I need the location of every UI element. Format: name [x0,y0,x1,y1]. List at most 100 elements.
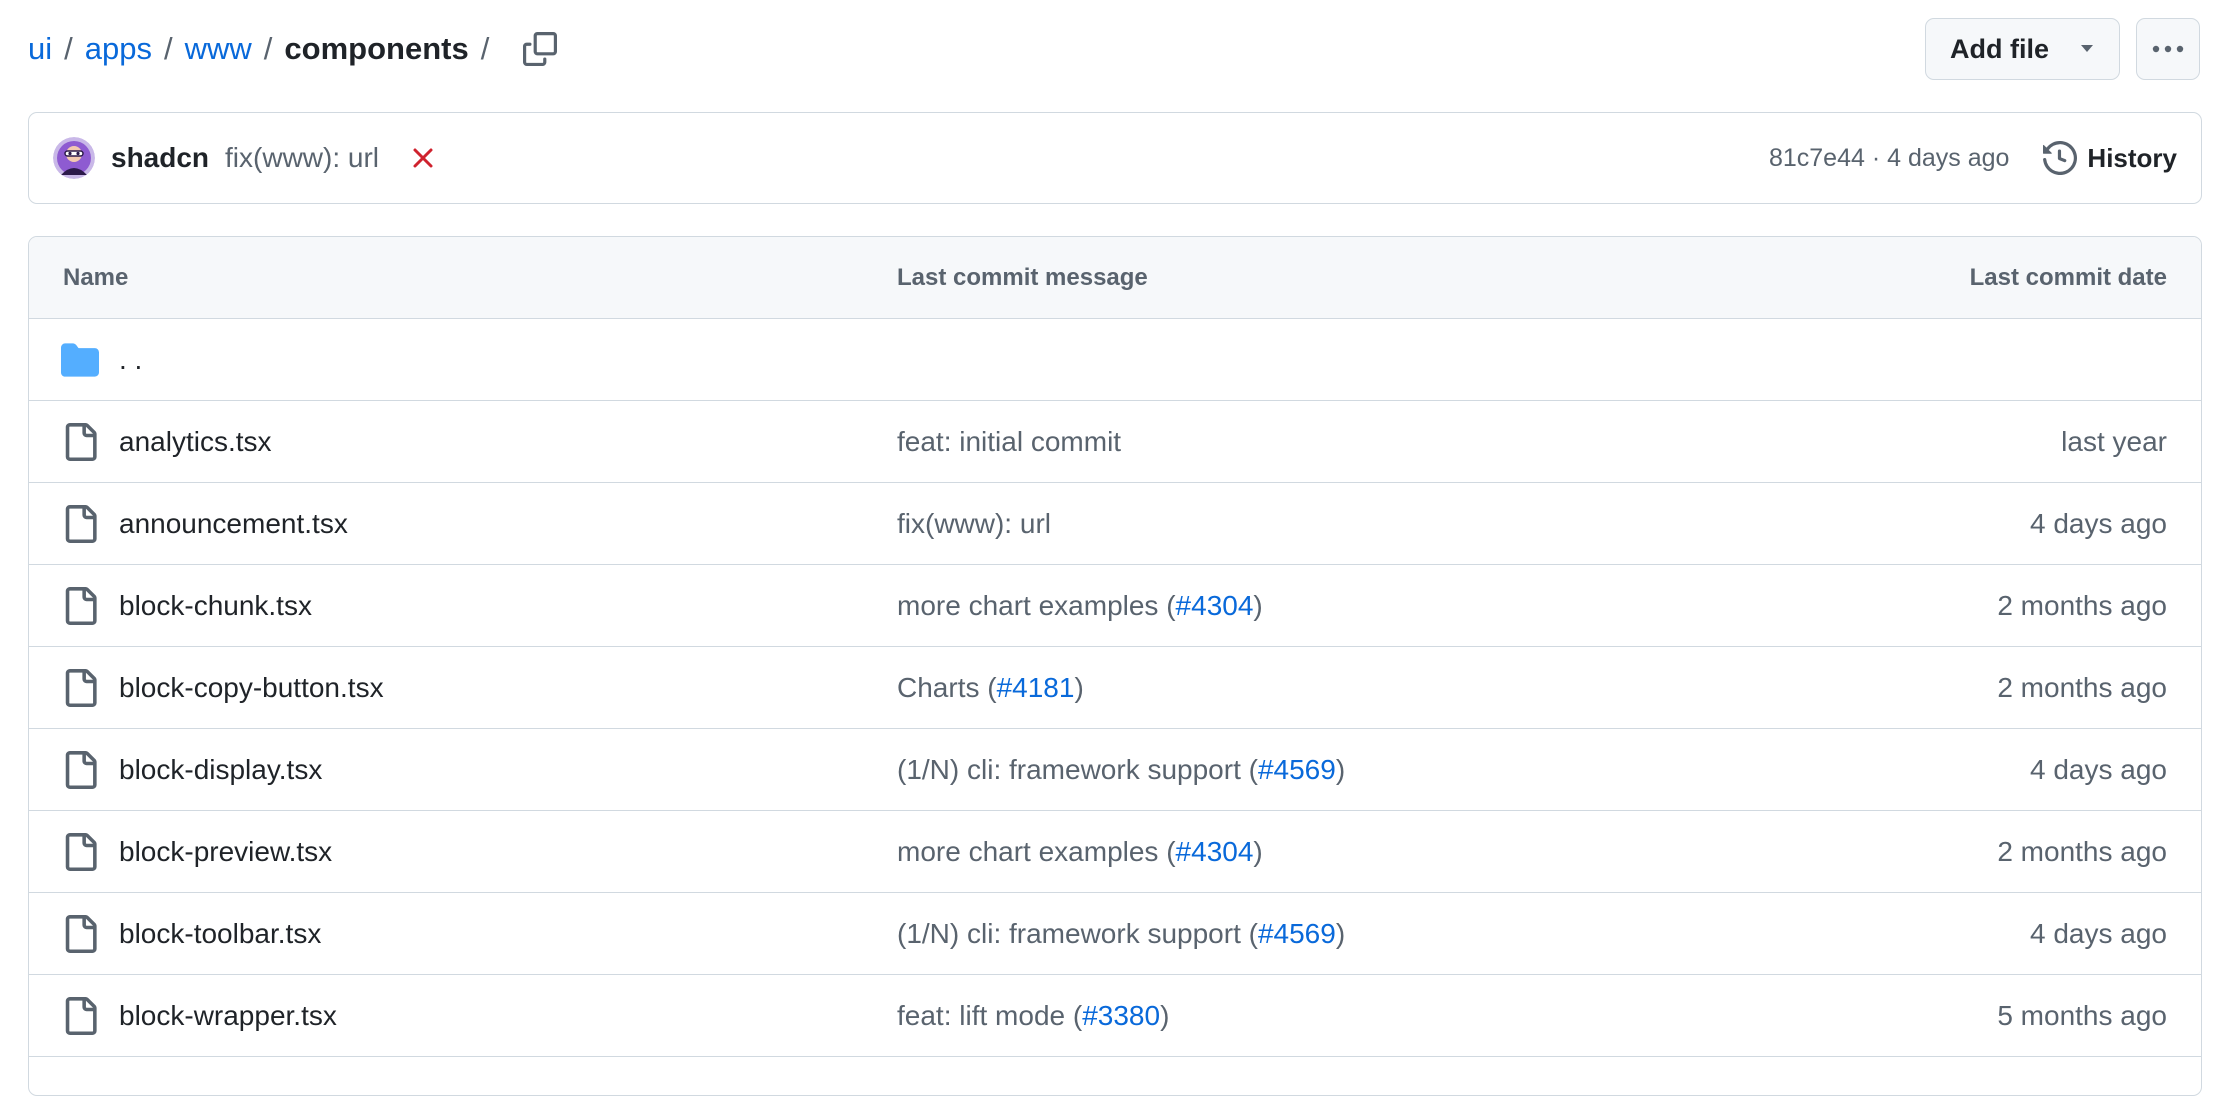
history-button[interactable]: History [2043,141,2177,175]
pull-request-link[interactable]: #3380 [1082,1000,1160,1031]
add-file-label: Add file [1950,33,2049,64]
file-link[interactable]: block-wrapper.tsx [119,1000,337,1032]
commit-author[interactable]: shadcn [111,142,209,174]
commit-message-text[interactable]: ) [1336,918,1345,949]
table-header: Name Last commit message Last commit dat… [29,237,2201,319]
commit-message-cell: feat: lift mode (#3380) [897,1000,1997,1032]
commit-message-text[interactable]: feat: initial commit [897,426,1121,457]
name-cell: announcement.tsx [29,504,897,543]
table-row[interactable]: block-wrapper.tsx feat: lift mode (#3380)… [29,975,2201,1057]
commit-message-text[interactable]: feat: lift mode ( [897,1000,1082,1031]
commit-date: 4 days ago [2030,753,2167,785]
commit-date: 2 months ago [1997,835,2167,867]
commit-message-text[interactable]: Charts ( [897,672,997,703]
copy-icon [523,32,558,66]
commit-message-cell: fix(www): url [897,508,2030,540]
commit-message-text[interactable]: more chart examples ( [897,836,1176,867]
table-row[interactable]: announcement.tsx fix(www): url 4 days ago [29,483,2201,565]
commit-message-text[interactable]: (1/N) cli: framework support ( [897,918,1258,949]
parent-directory-link[interactable]: . . [119,344,142,376]
kebab-horizontal-icon [2152,45,2184,53]
table-row[interactable]: block-copy-button.tsx Charts (#4181) 2 mon… [29,647,2201,729]
file-link[interactable]: block-chunk.tsx [119,590,312,622]
avatar-image-icon [53,137,95,179]
name-cell: block-copy-button.tsx [29,668,897,707]
breadcrumb-separator: / [164,31,173,66]
breadcrumb: ui / apps / www / components / [28,31,501,67]
file-icon [65,914,97,953]
commit-date: 4 days ago [2030,917,2167,949]
latest-commit-bar: shadcn fix(www): url 81c7e44 · 4 days ag… [28,112,2202,204]
breadcrumb-separator: / [263,31,273,66]
name-cell: block-wrapper.tsx [29,996,897,1035]
file-link[interactable]: block-display.tsx [119,754,322,786]
commit-sha-and-time[interactable]: 81c7e44 · 4 days ago [1769,144,2009,173]
file-link[interactable]: block-toolbar.tsx [119,918,321,950]
commit-message-text[interactable]: fix(www): url [897,508,1051,539]
commit-message-cell: feat: initial commit [897,426,2061,458]
file-table: Name Last commit message Last commit dat… [28,236,2202,1096]
breadcrumb-separator: / [64,31,73,66]
name-cell: block-chunk.tsx [29,586,897,625]
name-cell: block-preview.tsx [29,832,897,871]
pull-request-link[interactable]: #4569 [1258,754,1336,785]
file-link[interactable]: block-preview.tsx [119,836,332,868]
history-label: History [2087,142,2177,173]
table-row[interactable]: analytics.tsx feat: initial commit last ye… [29,401,2201,483]
file-icon [65,668,97,707]
header-last-commit-date: Last commit date [1969,263,2167,291]
file-icon [65,422,97,461]
copy-path-button[interactable] [513,22,567,76]
commit-message[interactable]: fix(www): url [225,142,379,174]
folder-icon [61,342,99,377]
pull-request-link[interactable]: #4569 [1258,918,1336,949]
commit-date: 2 months ago [1997,589,2167,621]
file-icon [65,996,97,1035]
breadcrumb-link-ui[interactable]: ui [28,31,52,67]
table-row[interactable]: block-display.tsx (1/N) cli: framework su… [29,729,2201,811]
commit-date: 5 months ago [1997,999,2167,1031]
commit-message-text[interactable]: ) [1253,836,1262,867]
commit-message-text[interactable]: ) [1074,672,1083,703]
name-cell: block-display.tsx [29,750,897,789]
commit-date: 4 days ago [2030,507,2167,539]
pull-request-link[interactable]: #4181 [997,672,1075,703]
file-icon [65,586,97,625]
file-link[interactable]: block-copy-button.tsx [119,672,384,704]
file-icon [65,750,97,789]
commit-message-cell: (1/N) cli: framework support (#4569) [897,918,2030,950]
file-icon [65,504,97,543]
file-link[interactable]: announcement.tsx [119,508,348,540]
commit-message-text[interactable]: ) [1336,754,1345,785]
avatar[interactable] [53,137,95,179]
top-bar: ui / apps / www / components / Add file [28,16,2200,82]
table-row[interactable]: block-preview.tsx more chart examples (#4… [29,811,2201,893]
x-icon[interactable] [409,144,437,172]
commit-message-cell: Charts (#4181) [897,672,1997,704]
file-rows: analytics.tsx feat: initial commit last ye… [29,401,2201,1057]
commit-date: 2 months ago [1997,671,2167,703]
table-row[interactable]: block-chunk.tsx more chart examples (#430… [29,565,2201,647]
add-file-button[interactable]: Add file [1925,18,2120,80]
name-cell: analytics.tsx [29,422,897,461]
pull-request-link[interactable]: #4304 [1176,590,1254,621]
breadcrumb-link-apps[interactable]: apps [85,31,152,67]
commit-message-text[interactable]: ) [1253,590,1262,621]
commit-message-text[interactable]: more chart examples ( [897,590,1176,621]
commit-message-cell: more chart examples (#4304) [897,836,1997,868]
commit-message-cell: more chart examples (#4304) [897,590,1997,622]
caret-down-icon [2081,45,2093,52]
file-link[interactable]: analytics.tsx [119,426,272,458]
breadcrumb-link-www[interactable]: www [185,31,252,67]
commit-date: last year [2061,425,2167,457]
name-cell: block-toolbar.tsx [29,914,897,953]
commit-message-text[interactable]: ) [1160,1000,1169,1031]
commit-message-cell: (1/N) cli: framework support (#4569) [897,754,2030,786]
parent-directory-row[interactable]: . . [29,319,2201,401]
table-row[interactable]: block-toolbar.tsx (1/N) cli: framework su… [29,893,2201,975]
pull-request-link[interactable]: #4304 [1176,836,1254,867]
more-options-button[interactable] [2136,18,2200,80]
breadcrumb-current: components [284,31,469,66]
breadcrumb-separator: / [480,31,490,66]
commit-message-text[interactable]: (1/N) cli: framework support ( [897,754,1258,785]
